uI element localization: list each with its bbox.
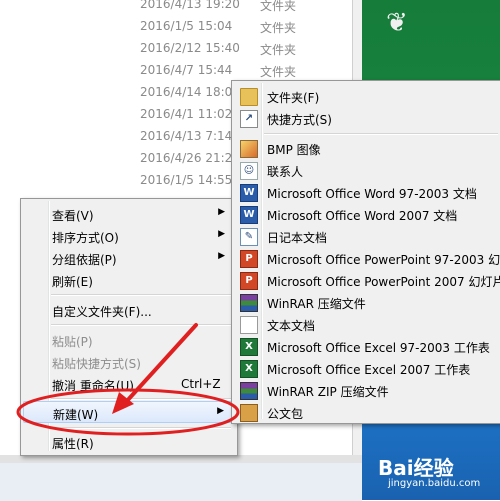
text-document-icon (240, 316, 258, 334)
journal-icon: ✎ (240, 228, 258, 246)
submenu-item-shortcut[interactable]: ↗ 快捷方式(S) (234, 107, 500, 129)
submenu-item-excel-97[interactable]: X Microsoft Office Excel 97-2003 工作表 (234, 335, 500, 357)
menu-item-label: 粘贴快捷方式(S) (52, 357, 141, 371)
submenu-item-folder[interactable]: 文件夹(F) (234, 85, 500, 107)
menu-item-new[interactable]: 新建(W) ▶ (23, 401, 233, 423)
submenu-arrow-icon: ▶ (218, 207, 225, 217)
modified-date: 2016/4/1 11:02 (140, 107, 233, 121)
submenu-item-label: Microsoft Office PowerPoint 97-2003 幻灯 (267, 253, 500, 267)
submenu-item-excel-2007[interactable]: X Microsoft Office Excel 2007 工作表 (234, 357, 500, 379)
menu-item-group[interactable]: 分组依据(P) ▶ (23, 247, 233, 269)
submenu-item-journal[interactable]: ✎ 日记本文档 (234, 225, 500, 247)
excel-icon: X (240, 338, 258, 356)
modified-date: 2016/1/5 15:04 (140, 19, 233, 33)
submenu-item-label: WinRAR ZIP 压缩文件 (267, 385, 389, 399)
submenu-item-label: 文件夹(F) (267, 91, 320, 105)
submenu-item-label: BMP 图像 (267, 143, 321, 157)
file-type: 文件夹 (260, 21, 297, 35)
menu-separator (51, 398, 231, 400)
menu-separator (51, 294, 231, 296)
menu-item-undo-rename[interactable]: 撤消 重命名(U) Ctrl+Z (23, 373, 233, 395)
submenu-item-label: Microsoft Office Excel 2007 工作表 (267, 363, 471, 377)
submenu-item-briefcase[interactable]: 公文包 (234, 401, 500, 423)
menu-item-label: 粘贴(P) (52, 335, 93, 349)
word-icon: W (240, 206, 258, 224)
winrar-zip-icon (240, 382, 258, 400)
submenu-item-winrar-zip[interactable]: WinRAR ZIP 压缩文件 (234, 379, 500, 401)
submenu-item-text-document[interactable]: 文本文档 (234, 313, 500, 335)
modified-date: 2016/4/13 19:20 (140, 0, 240, 11)
submenu-item-label: Microsoft Office Excel 97-2003 工作表 (267, 341, 490, 355)
menu-item-label: 撤消 重命名(U) (52, 379, 134, 393)
menu-item-label: 属性(R) (52, 437, 94, 451)
menu-item-label: 新建(W) (53, 408, 99, 422)
submenu-item-label: Microsoft Office Word 2007 文档 (267, 209, 458, 223)
context-menu: 查看(V) ▶ 排序方式(O) ▶ 分组依据(P) ▶ 刷新(E) 自定义文件夹… (20, 198, 238, 456)
submenu-item-winrar[interactable]: WinRAR 压缩文件 (234, 291, 500, 313)
submenu-item-powerpoint-2007[interactable]: P Microsoft Office PowerPoint 2007 幻灯片 (234, 269, 500, 291)
submenu-item-label: 文本文档 (267, 319, 316, 333)
submenu-item-label: 快捷方式(S) (267, 113, 332, 127)
submenu-item-word-97[interactable]: W Microsoft Office Word 97-2003 文档 (234, 181, 500, 203)
contact-icon: ☺ (240, 162, 258, 180)
folder-icon (240, 88, 258, 106)
excel-icon: X (240, 360, 258, 378)
menu-item-view[interactable]: 查看(V) ▶ (23, 203, 233, 225)
bmp-image-icon (240, 140, 258, 158)
modified-date: 2016/4/26 21:27 (140, 151, 240, 165)
powerpoint-icon: P (240, 272, 258, 290)
menu-item-label: 刷新(E) (52, 275, 93, 289)
modified-date: 2016/1/5 14:55 (140, 173, 233, 187)
modified-date: 2016/4/7 15:44 (140, 63, 233, 77)
submenu-item-bmp[interactable]: BMP 图像 (234, 137, 500, 159)
shortcut-icon: ↗ (240, 110, 258, 128)
menu-item-label: 排序方式(O) (52, 231, 119, 245)
menu-item-customize-folder[interactable]: 自定义文件夹(F)... (23, 299, 233, 321)
file-type: 文件夹 (260, 65, 297, 79)
watermark-url: jingyan.baidu.com (388, 478, 481, 489)
submenu-arrow-icon: ▶ (218, 229, 225, 239)
powerpoint-icon: P (240, 250, 258, 268)
submenu-item-word-2007[interactable]: W Microsoft Office Word 2007 文档 (234, 203, 500, 225)
baidu-jingyan-watermark: Bai经验 (378, 456, 454, 480)
new-submenu: 文件夹(F) ↗ 快捷方式(S) BMP 图像 ☺ 联系人 W Microsof… (231, 80, 500, 424)
menu-item-label: 自定义文件夹(F)... (52, 305, 152, 319)
file-type: 文件夹 (260, 43, 297, 57)
submenu-item-label: Microsoft Office Word 97-2003 文档 (267, 187, 477, 201)
menu-separator (264, 133, 498, 135)
menu-item-properties[interactable]: 属性(R) (23, 431, 233, 453)
submenu-arrow-icon: ▶ (218, 251, 225, 261)
submenu-item-label: 日记本文档 (267, 231, 328, 245)
word-icon: W (240, 184, 258, 202)
menu-separator (51, 427, 231, 429)
menu-item-label: 分组依据(P) (52, 253, 117, 267)
submenu-arrow-icon: ▶ (217, 406, 224, 416)
menu-item-label: 查看(V) (52, 209, 94, 223)
menu-item-paste-shortcut[interactable]: 粘贴快捷方式(S) (23, 351, 233, 373)
menu-item-paste[interactable]: 粘贴(P) (23, 329, 233, 351)
menu-separator (51, 324, 231, 326)
submenu-item-label: WinRAR 压缩文件 (267, 297, 366, 311)
briefcase-icon (240, 404, 258, 422)
submenu-item-label: 联系人 (267, 165, 304, 179)
modified-date: 2016/4/14 18:02 (140, 85, 240, 99)
modified-date: 2016/2/12 15:40 (140, 41, 240, 55)
submenu-item-powerpoint-97[interactable]: P Microsoft Office PowerPoint 97-2003 幻灯 (234, 247, 500, 269)
menu-item-shortcut: Ctrl+Z (181, 377, 221, 391)
file-row[interactable]: 2016/1/5 15:04 文件夹 (140, 16, 350, 38)
submenu-item-label: 公文包 (267, 407, 304, 421)
menu-item-refresh[interactable]: 刷新(E) (23, 269, 233, 291)
butterfly-icon: ❦ (386, 8, 408, 38)
file-row[interactable]: 2016/4/7 15:44 文件夹 (140, 60, 350, 82)
submenu-item-label: Microsoft Office PowerPoint 2007 幻灯片 (267, 275, 500, 289)
file-row[interactable]: 2016/2/12 15:40 文件夹 (140, 38, 350, 60)
submenu-item-contact[interactable]: ☺ 联系人 (234, 159, 500, 181)
menu-item-sort[interactable]: 排序方式(O) ▶ (23, 225, 233, 247)
horizontal-scrollbar[interactable] (0, 455, 362, 463)
file-row[interactable]: 2016/4/13 19:20 文件夹 (140, 0, 350, 16)
file-type: 文件夹 (260, 0, 297, 13)
modified-date: 2016/4/13 7:14 (140, 129, 233, 143)
winrar-icon (240, 294, 258, 312)
